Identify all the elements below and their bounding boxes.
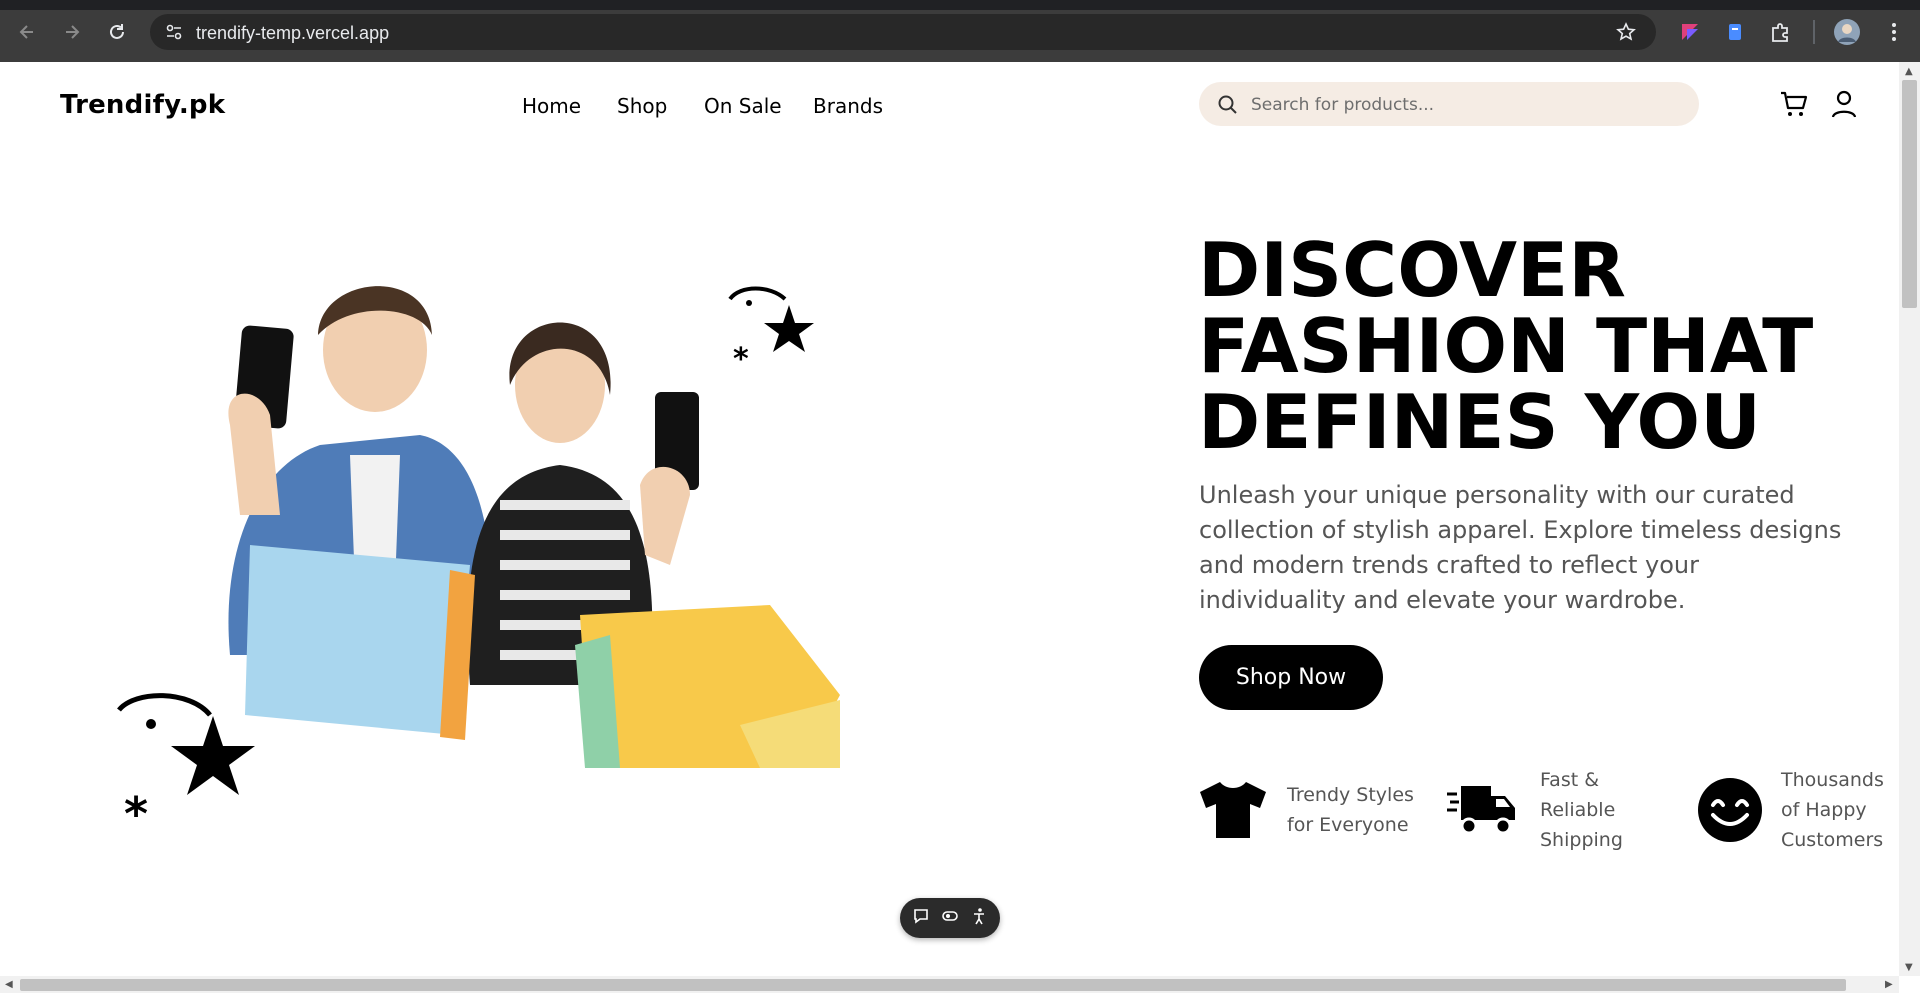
user-icon[interactable]	[1828, 88, 1860, 120]
shop-now-button[interactable]: Shop Now	[1199, 645, 1383, 710]
back-icon[interactable]	[14, 19, 40, 45]
smiley-icon	[1694, 774, 1766, 846]
search-icon	[1217, 94, 1239, 120]
toolbar-divider	[1813, 20, 1815, 44]
feature-text: Trendy Styles for Everyone	[1287, 784, 1414, 836]
toggle-icon[interactable]	[941, 907, 959, 929]
nav-home[interactable]: Home	[522, 94, 581, 118]
scroll-right-arrow[interactable]: ▶	[1885, 979, 1893, 990]
url-text: trendify-temp.vercel.app	[196, 23, 390, 43]
browser-toolbar: trendify-temp.vercel.app	[0, 0, 1920, 62]
star-doodle-top: *	[725, 285, 820, 384]
reload-icon[interactable]	[104, 19, 130, 45]
svg-text:*: *	[124, 787, 148, 840]
profile-avatar-icon[interactable]	[1834, 19, 1860, 45]
hero-heading: DISCOVER FASHION THAT DEFINES YOU	[1198, 232, 1838, 460]
extension-color-icon[interactable]	[1678, 20, 1702, 44]
cart-icon[interactable]	[1778, 88, 1810, 120]
chat-icon[interactable]	[912, 907, 930, 929]
scroll-left-arrow[interactable]: ◀	[5, 979, 13, 990]
forward-icon[interactable]	[59, 19, 85, 45]
hero-description: Unleash your unique personality with our…	[1199, 481, 1842, 614]
extension-doc-icon[interactable]	[1723, 20, 1747, 44]
accessibility-icon[interactable]	[970, 907, 988, 929]
nav-on-sale[interactable]: On Sale	[704, 94, 782, 118]
hero-heading-line: FASHION THAT	[1198, 302, 1814, 390]
hero-heading-line: DISCOVER	[1198, 226, 1626, 314]
hero-heading-line: DEFINES YOU	[1198, 378, 1762, 466]
star-doodle-bottom: *	[115, 690, 265, 844]
site-logo[interactable]: Trendify.pk	[60, 90, 225, 120]
nav-brands[interactable]: Brands	[813, 94, 883, 118]
scroll-up-arrow[interactable]: ▲	[1905, 66, 1913, 77]
more-menu-icon[interactable]	[1882, 20, 1906, 44]
svg-text:*: *	[733, 342, 749, 377]
feature-text: Fast & Reliable Shipping	[1540, 769, 1623, 851]
horizontal-scroll-thumb[interactable]	[20, 979, 1846, 991]
extensions-puzzle-icon[interactable]	[1768, 20, 1792, 44]
nav-shop[interactable]: Shop	[617, 94, 667, 118]
tshirt-icon	[1197, 774, 1269, 846]
address-bar[interactable]: trendify-temp.vercel.app	[150, 14, 1656, 50]
feature-text: Thousands of Happy Customers	[1781, 769, 1884, 851]
search-placeholder: Search for products...	[1251, 95, 1435, 115]
tab-strip	[0, 0, 1920, 10]
bookmark-star-icon[interactable]	[1616, 22, 1636, 46]
vertical-scroll-thumb[interactable]	[1902, 80, 1917, 308]
site-info-icon[interactable]	[164, 22, 184, 46]
delivery-truck-icon	[1447, 774, 1519, 846]
scroll-down-arrow[interactable]: ▼	[1905, 962, 1913, 973]
floating-toolbar	[900, 898, 1000, 938]
search-input[interactable]: Search for products...	[1199, 82, 1699, 126]
